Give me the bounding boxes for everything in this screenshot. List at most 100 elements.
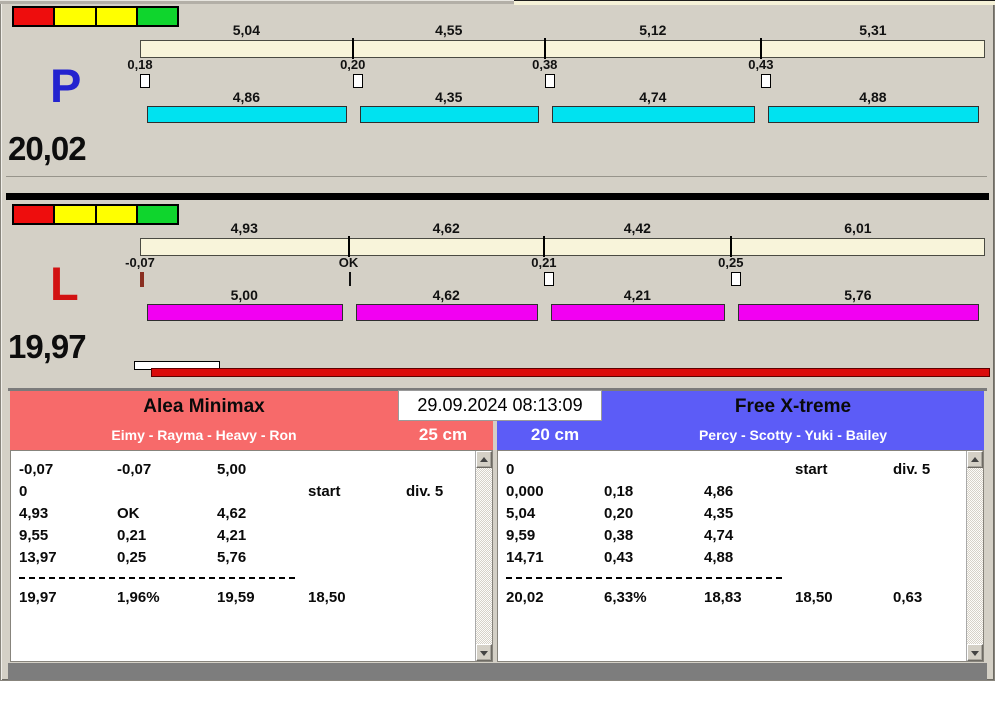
run-time-label: 4,88: [859, 89, 887, 105]
gap-time-label: 0,21: [531, 255, 557, 270]
traffic-light-segment: [14, 8, 54, 25]
table-cell: 0,25: [117, 549, 147, 566]
table-cell: start: [308, 483, 341, 500]
status-bar: [8, 663, 987, 680]
table-cell: 14,71: [506, 549, 544, 566]
results-table: 0 start div. 5 0,000 0,18 4,86 5,04 0,20 4,35 9,5…: [498, 451, 966, 661]
scroll-up-button[interactable]: [476, 451, 492, 468]
table-cell: 9,59: [506, 527, 536, 544]
team-members: Eimy - Rayma - Heavy - Ron: [111, 427, 297, 443]
table-cell: 5,00: [217, 461, 247, 478]
table-cell: 0: [19, 483, 28, 500]
table-cell: 0,21: [117, 527, 147, 544]
split-time-bar: [140, 238, 985, 256]
split-divider-tick: [351, 38, 354, 59]
vertical-scrollbar[interactable]: [475, 451, 492, 661]
table-cell: 4,35: [704, 505, 734, 522]
table-cell: 5,76: [217, 549, 247, 566]
lane-p: P 20,02 5,04 0,18 4,86 4,55 0,20 4,35 5,12 0,38 4,…: [0, 4, 995, 178]
split-time-label: 4,55: [435, 22, 463, 38]
split-time-label: 4,62: [432, 220, 460, 236]
run-time-bar-segment: [147, 304, 343, 321]
run-time-label: 5,00: [230, 287, 258, 303]
total-row-cell: 1,96%: [117, 589, 160, 606]
run-time-bar-segment: [359, 106, 539, 123]
gap-time-label: 0,38: [532, 57, 558, 72]
scroll-down-button[interactable]: [476, 644, 492, 661]
jump-height-label: 20 cm: [530, 425, 580, 444]
arrow-up-icon: [480, 457, 488, 462]
table-separator: [19, 577, 295, 579]
table-cell: OK: [117, 505, 140, 522]
traffic-light-segment: [96, 8, 136, 25]
results-table: -0,07 -0,07 5,00 0 start div. 5 4,93 OK 4,62 9,55…: [11, 451, 475, 661]
total-row-cell: 20,02: [506, 589, 544, 606]
split-time-label: 5,31: [859, 22, 887, 38]
table-separator: [506, 577, 782, 579]
traffic-light-segment: [14, 206, 54, 223]
table-cell: div. 5: [406, 483, 444, 500]
gap-checkbox[interactable]: [140, 74, 150, 88]
gap-checkbox[interactable]: [760, 74, 771, 88]
scroll-down-button[interactable]: [967, 644, 983, 661]
split-divider-tick: [543, 38, 546, 59]
table-cell: 13,97: [19, 549, 57, 566]
vertical-scrollbar[interactable]: [966, 451, 983, 661]
run-time-label: 5,76: [844, 287, 872, 303]
table-cell: 4,21: [217, 527, 247, 544]
table-cell: 4,74: [704, 527, 734, 544]
split-divider-tick: [347, 236, 350, 257]
gap-checkbox[interactable]: [730, 272, 741, 286]
lane-l: L 19,97 4,93 -0,07 5,00 4,62 OK 4,62 4,42 0,21 4,2…: [0, 202, 995, 376]
table-cell: 0,18: [604, 483, 634, 500]
timing-app: Alea Minimax Eimy - Rayma - Heavy - Ron …: [0, 0, 995, 716]
table-cell: 0,38: [604, 527, 634, 544]
table-cell: 5,04: [506, 505, 536, 522]
split-time-bar: [140, 40, 985, 58]
datetime-display: 29.09.2024 08:13:09: [398, 390, 602, 421]
total-row-cell: 19,59: [217, 589, 255, 606]
total-row-cell: 18,83: [704, 589, 742, 606]
table-cell: 4,88: [704, 549, 734, 566]
table-cell: -0,07: [117, 461, 152, 478]
table-cell: -0,07: [19, 461, 54, 478]
table-cell: 0: [506, 461, 515, 478]
table-cell: 0,43: [604, 549, 634, 566]
split-time-label: 6,01: [844, 220, 872, 236]
table-cell: 0,20: [604, 505, 634, 522]
gap-time-label: -0,07: [125, 255, 155, 270]
split-time-label: 4,93: [230, 220, 258, 236]
run-time-label: 4,35: [435, 89, 463, 105]
results-panel-right: 0 start div. 5 0,000 0,18 4,86 5,04 0,20 4,35 9,5…: [497, 450, 984, 662]
team-name: Alea Minimax: [143, 396, 265, 417]
table-cell: 0,000: [506, 483, 544, 500]
lane-total-time: 19,97: [8, 328, 87, 365]
run-time-label: 4,86: [232, 89, 260, 105]
team-name: Free X-treme: [734, 396, 852, 417]
split-divider-tick: [759, 38, 762, 59]
traffic-light-segment: [96, 206, 136, 223]
arrow-down-icon: [971, 651, 979, 656]
table-cell: div. 5: [893, 461, 931, 478]
gap-checkbox[interactable]: [543, 272, 554, 286]
total-row-cell: 6,33%: [604, 589, 647, 606]
lane-letter: L: [50, 257, 79, 310]
total-row-cell: 18,50: [308, 589, 346, 606]
team-members: Percy - Scotty - Yuki - Bailey: [698, 427, 888, 443]
total-row-cell: 18,50: [795, 589, 833, 606]
scroll-up-button[interactable]: [967, 451, 983, 468]
table-cell: start: [795, 461, 828, 478]
gap-checkbox[interactable]: [352, 74, 363, 88]
run-time-bar-segment: [147, 106, 347, 123]
gap-checkbox[interactable]: [544, 74, 555, 88]
gap-time-label: 0,20: [340, 57, 366, 72]
table-cell: 4,62: [217, 505, 247, 522]
traffic-light-segment: [55, 206, 95, 223]
run-time-label: 4,74: [639, 89, 667, 105]
run-time-bar-segment: [767, 106, 979, 123]
arrow-up-icon: [971, 457, 979, 462]
lane-total-time: 20,02: [8, 130, 87, 167]
lane-divider-bar: [6, 193, 989, 200]
gap-tick-marker: [140, 272, 144, 287]
run-time-bar-segment: [551, 106, 755, 123]
